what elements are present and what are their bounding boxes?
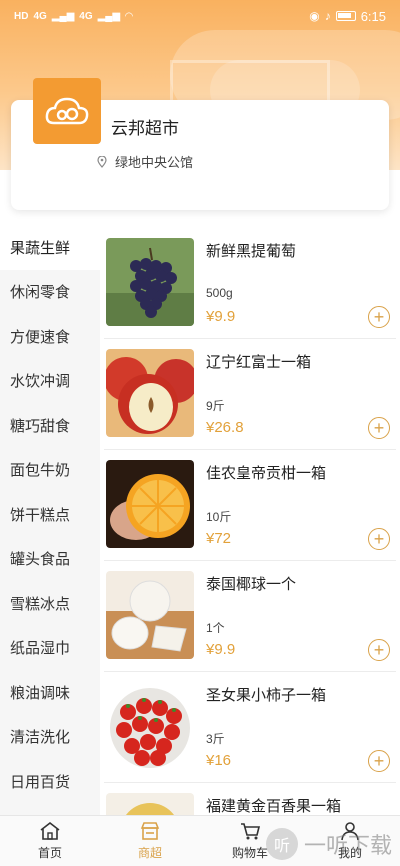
add-to-cart-button[interactable]: + <box>368 639 390 661</box>
product-list: 新鲜黑提葡萄 500g ¥9.9 + 辽宁红富士一箱 9斤 ¥26.8 + 佳农皇帝贡柑一箱 10… <box>100 228 400 815</box>
store-logo <box>33 78 101 144</box>
category-item[interactable]: 雪糕冰点 <box>0 581 100 626</box>
product-spec: 3斤 <box>206 732 225 746</box>
wifi-icon: ◠ <box>125 10 133 22</box>
product-image <box>106 682 194 770</box>
product-price: ¥9.9 <box>206 308 236 325</box>
add-to-cart-button[interactable]: + <box>368 306 390 328</box>
store-card[interactable]: 云邦超市 绿地中央公馆 <box>11 78 389 210</box>
category-item[interactable]: 粮油调味 <box>0 670 100 715</box>
product-name: 圣女果小柿子一箱 <box>206 687 327 704</box>
store-name: 云邦超市 <box>111 119 179 138</box>
product-name: 福建黄金百香果一箱 <box>206 798 342 815</box>
cloud-logo-icon <box>45 97 89 125</box>
store-location-text: 绿地中央公馆 <box>115 155 194 170</box>
product-image <box>106 238 194 326</box>
product-name: 佳农皇帝贡柑一箱 <box>206 465 327 482</box>
eye-icon: ◉ <box>309 9 320 23</box>
add-to-cart-button[interactable]: + <box>368 750 390 772</box>
product-spec: 500g <box>206 286 233 300</box>
tab-home-label: 首页 <box>37 846 62 860</box>
add-to-cart-button[interactable]: + <box>368 417 390 439</box>
product-image <box>106 793 194 815</box>
category-item[interactable]: 果蔬生鲜 <box>0 225 100 270</box>
category-item[interactable]: 罐头食品 <box>0 537 100 582</box>
watermark: 听 一听下载 <box>265 828 392 860</box>
product-item[interactable]: 佳农皇帝贡柑一箱 10斤 ¥72 + <box>104 450 396 561</box>
plus-icon: + <box>373 640 385 660</box>
category-item[interactable]: 饼干糕点 <box>0 492 100 537</box>
watermark-text: 一听下载 <box>303 833 392 858</box>
store-icon <box>140 822 160 840</box>
product-image <box>106 349 194 437</box>
signal-bars-icon: ▂▄▆ <box>51 10 75 22</box>
category-item[interactable]: 水饮冲调 <box>0 359 100 404</box>
status-time: 6:15 <box>360 8 386 24</box>
product-item[interactable]: 泰国椰球一个 1个 ¥9.9 + <box>104 561 396 672</box>
product-price: ¥72 <box>206 530 232 547</box>
category-item[interactable]: 方便速食 <box>0 314 100 359</box>
plus-icon: + <box>373 418 385 438</box>
category-item[interactable]: 纸品湿巾 <box>0 626 100 671</box>
signal-2: 4G <box>79 10 93 22</box>
product-image <box>106 460 194 548</box>
network-label: HD <box>14 10 29 22</box>
product-spec: 9斤 <box>206 399 225 413</box>
tab-store[interactable]: 商超 <box>100 816 200 866</box>
product-item[interactable]: 新鲜黑提葡萄 500g ¥9.9 + <box>104 228 396 339</box>
product-name: 辽宁红富士一箱 <box>206 354 312 371</box>
plus-icon: + <box>373 307 385 327</box>
product-name: 泰国椰球一个 <box>206 576 297 593</box>
store-location: 绿地中央公馆 <box>97 152 193 171</box>
tab-home[interactable]: 首页 <box>0 816 100 866</box>
product-item[interactable]: 福建黄金百香果一箱 <box>104 783 396 815</box>
signal-1: 4G <box>33 10 47 22</box>
add-to-cart-button[interactable]: + <box>368 528 390 550</box>
cart-icon <box>241 823 261 840</box>
signal-bars-icon: ▂▄▆ <box>97 10 121 22</box>
location-pin-icon <box>97 155 107 168</box>
bell-icon: ♪ <box>324 9 331 23</box>
category-item[interactable]: 面包牛奶 <box>0 448 100 493</box>
plus-icon: + <box>373 529 385 549</box>
product-item[interactable]: 圣女果小柿子一箱 3斤 ¥16 + <box>104 672 396 783</box>
category-item[interactable]: 日用百货 <box>0 759 100 804</box>
category-item[interactable]: 糖巧甜食 <box>0 403 100 448</box>
status-bar: HD 4G ▂▄▆ 4G ▂▄▆ ◠ ◉ ♪ 6:15 <box>0 0 400 32</box>
battery-icon <box>335 11 356 21</box>
category-sidebar: 果蔬生鲜 休闲零食 方便速食 水饮冲调 糖巧甜食 面包牛奶 饼干糕点 罐头食品 雪糕冰点 纸品湿巾… <box>0 225 100 815</box>
tab-cart-label: 购物车 <box>231 846 268 860</box>
product-price: ¥9.9 <box>206 641 236 658</box>
category-item[interactable]: 清洁洗化 <box>0 715 100 760</box>
tab-store-label: 商超 <box>137 846 162 860</box>
product-image <box>106 571 194 659</box>
product-price: ¥16 <box>206 752 232 769</box>
product-spec: 10斤 <box>206 510 232 524</box>
watermark-logo: 听 <box>265 828 298 860</box>
product-name: 新鲜黑提葡萄 <box>206 243 297 260</box>
category-item[interactable]: 休闲零食 <box>0 270 100 315</box>
plus-icon: + <box>373 751 385 771</box>
product-item[interactable]: 辽宁红富士一箱 9斤 ¥26.8 + <box>104 339 396 450</box>
home-icon <box>40 821 60 840</box>
product-price: ¥26.8 <box>206 419 244 436</box>
product-spec: 1个 <box>206 621 225 635</box>
